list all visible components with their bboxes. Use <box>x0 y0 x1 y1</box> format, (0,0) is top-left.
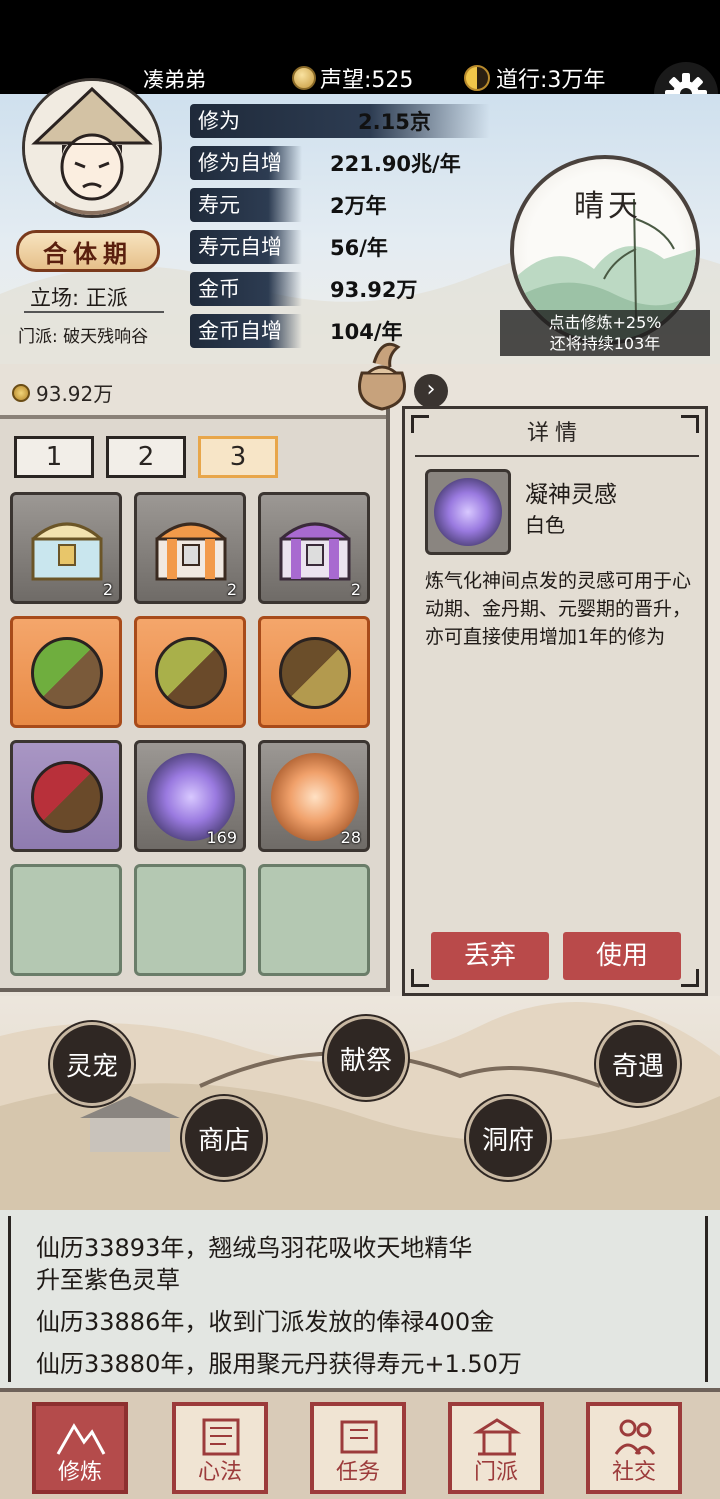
yinyang-icon <box>464 65 490 91</box>
character-portrait <box>25 81 159 215</box>
pagoda-icon <box>472 1418 522 1456</box>
sect-text: 门派: 破天残响谷 <box>18 327 149 347</box>
weather-tip-line2: 还将持续103年 <box>549 334 661 353</box>
item-count: 2 <box>350 580 361 599</box>
weather-title: 晴天 <box>574 189 642 224</box>
landscape-area: 灵宠 献祭 奇遇 商店 洞府 <box>0 996 720 1210</box>
item-count: 28 <box>340 828 361 847</box>
inventory-tabs: 1 2 3 <box>14 436 278 478</box>
item-detail-panel: 详情 凝神灵感 白色 炼气化神间点发的灵感可用于心动期、金丹期、元婴期的晋升，亦… <box>402 406 708 996</box>
stat-label: 寿元自增 <box>190 230 302 264</box>
detail-header: 详情 <box>526 421 583 446</box>
shop-button[interactable]: 商店 <box>182 1096 266 1180</box>
item-slot-empty[interactable] <box>134 864 246 976</box>
fame-display: 声望:525 <box>292 62 413 94</box>
stats-panel: 修为 2.15京 修为自增 221.90兆/年 寿元 2万年 寿元自增 56/年… <box>190 100 510 352</box>
use-button[interactable]: 使用 <box>563 932 681 980</box>
olive-pill-icon <box>155 637 227 709</box>
fame-text: 声望:525 <box>320 68 414 93</box>
stat-gold: 金币 93.92万 <box>190 268 510 310</box>
inventory-grid: 2 2 2 169 28 <box>10 492 370 976</box>
weather-tip-line1: 点击修炼+25% <box>548 313 662 332</box>
item-count: 2 <box>102 580 113 599</box>
realm-badge[interactable]: 合体期 <box>16 230 160 272</box>
log-frame <box>8 1216 708 1382</box>
tab-2[interactable]: 2 <box>106 436 186 478</box>
panel-toggle-button[interactable]: › <box>414 374 448 408</box>
adventure-button[interactable]: 奇遇 <box>596 1022 680 1106</box>
stat-label: 金币自增 <box>190 314 302 348</box>
purple-orb-icon <box>434 478 502 546</box>
stat-cultivation: 修为 2.15京 <box>190 100 510 142</box>
frame-corner <box>411 969 429 987</box>
stat-value: 2.15京 <box>358 110 431 134</box>
detail-description: 炼气化神间点发的灵感可用于心动期、金丹期、元婴期的晋升，亦可直接使用增加1年的修… <box>425 570 692 648</box>
stat-value: 2万年 <box>330 194 387 218</box>
discard-button[interactable]: 丢弃 <box>431 932 549 980</box>
item-slot-empty[interactable] <box>258 864 370 976</box>
player-name: 凑弟弟 <box>143 68 206 92</box>
pet-button[interactable]: 灵宠 <box>50 1022 134 1106</box>
stat-label: 金币 <box>190 272 302 306</box>
item-slot-purple-orb[interactable]: 169 <box>134 740 246 852</box>
item-slot-red-pill[interactable] <box>10 740 122 852</box>
stat-label: 修为自增 <box>190 146 302 180</box>
divider <box>415 455 699 457</box>
mountain-icon <box>56 1423 106 1455</box>
item-slot-purple-chest[interactable]: 2 <box>258 492 370 604</box>
orange-chest-icon <box>155 522 227 581</box>
red-pill-icon <box>31 761 103 833</box>
nav-sect[interactable]: 门派 <box>448 1402 544 1494</box>
gold-amount: 93.92万 <box>36 382 114 406</box>
bottom-nav: 修炼 心法 任务 门派 社交 <box>0 1388 720 1499</box>
item-slot-orange-chest[interactable]: 2 <box>134 492 246 604</box>
divider <box>24 311 164 313</box>
detail-item-name: 凝神灵感 <box>525 482 617 508</box>
stat-cultivation-rate: 修为自增 221.90兆/年 <box>190 142 510 184</box>
brown-pill-icon <box>279 637 351 709</box>
nav-method[interactable]: 心法 <box>172 1402 268 1494</box>
dao-display: 道行:3万年 <box>464 62 605 94</box>
dao-text: 道行:3万年 <box>496 68 606 93</box>
avatar[interactable] <box>22 78 162 218</box>
item-slot-green-pill[interactable] <box>10 616 122 728</box>
cave-button[interactable]: 洞府 <box>466 1096 550 1180</box>
item-slot-brown-pill[interactable] <box>258 616 370 728</box>
item-slot-orange-orb[interactable]: 28 <box>258 740 370 852</box>
item-slot-empty[interactable] <box>10 864 122 976</box>
item-slot-gold-chest[interactable]: 2 <box>10 492 122 604</box>
stat-lifespan-rate: 寿元自增 56/年 <box>190 226 510 268</box>
inventory-gold: 93.92万 <box>12 378 113 407</box>
tab-3[interactable]: 3 <box>198 436 278 478</box>
frame-corner <box>681 969 699 987</box>
weather-bonus-tip: 点击修炼+25% 还将持续103年 <box>500 310 710 356</box>
stance-text: 立场: 正派 <box>30 286 128 310</box>
detail-item-icon <box>425 469 511 555</box>
nav-task[interactable]: 任务 <box>310 1402 406 1494</box>
detail-item-grade: 白色 <box>525 513 565 537</box>
stat-lifespan: 寿元 2万年 <box>190 184 510 226</box>
stat-value: 56/年 <box>330 236 388 260</box>
item-slot-olive-pill[interactable] <box>134 616 246 728</box>
item-count: 169 <box>206 828 237 847</box>
green-pill-icon <box>31 637 103 709</box>
stat-value: 93.92万 <box>330 278 418 302</box>
bag-icon[interactable] <box>348 333 416 413</box>
item-count: 2 <box>226 580 237 599</box>
scroll-icon <box>340 1420 378 1454</box>
stat-value: 221.90兆/年 <box>330 152 461 176</box>
people-icon <box>614 1419 656 1455</box>
gold-chest-icon <box>31 522 103 581</box>
tab-1[interactable]: 1 <box>14 436 94 478</box>
nav-social[interactable]: 社交 <box>586 1402 682 1494</box>
purple-chest-icon <box>279 522 351 581</box>
inventory-panel: 93.92万 1 2 3 2 2 2 169 28 <box>0 364 390 992</box>
offering-button[interactable]: 献祭 <box>324 1016 408 1100</box>
coin-icon <box>12 383 30 402</box>
coin-icon <box>292 66 316 90</box>
stat-label: 修为 <box>190 104 490 138</box>
scroll-icon <box>202 1418 240 1456</box>
nav-cultivate[interactable]: 修炼 <box>32 1402 128 1494</box>
stat-label: 寿元 <box>190 188 302 222</box>
